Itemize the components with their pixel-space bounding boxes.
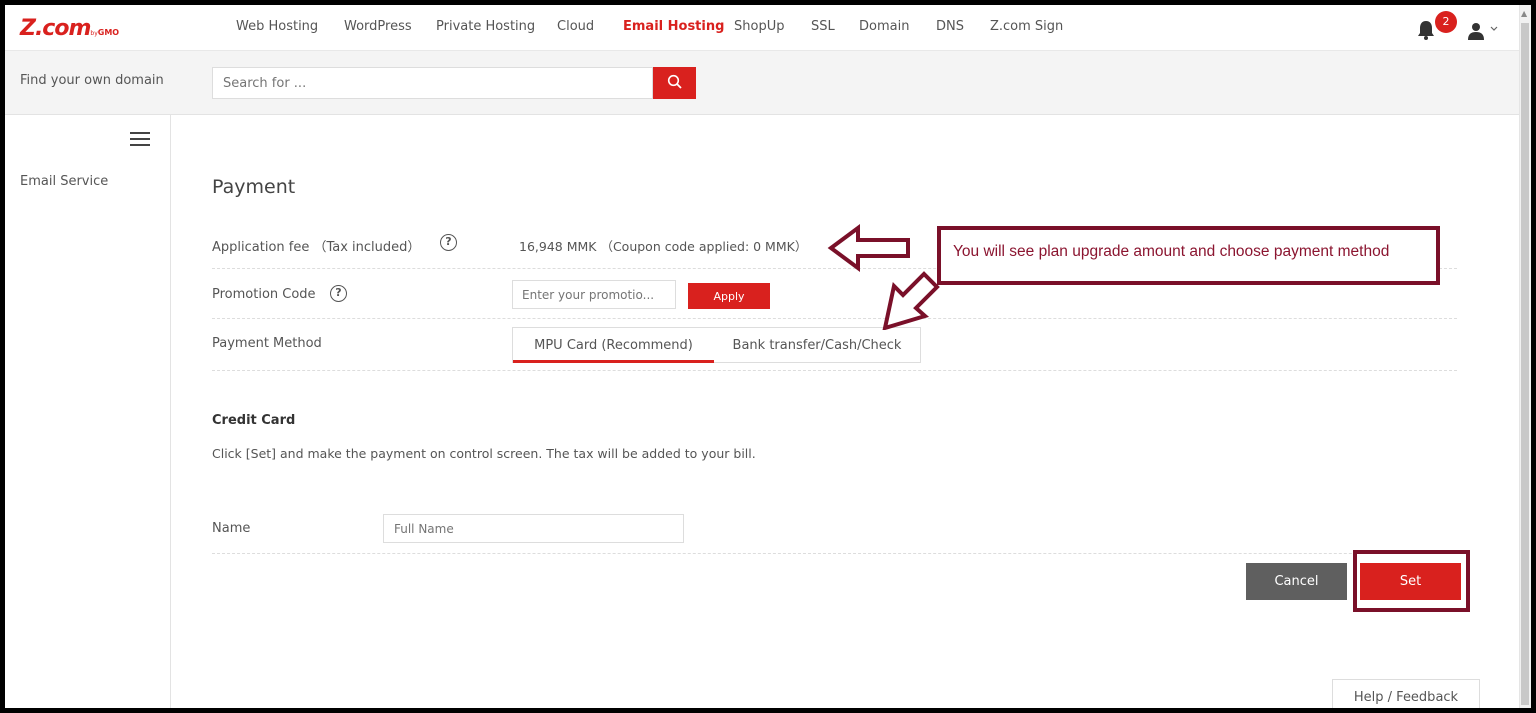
nav-zcom-sign[interactable]: Z.com Sign: [990, 19, 1063, 34]
help-feedback-button[interactable]: Help / Feedback: [1332, 679, 1480, 708]
top-navigation: Z.combyGMO Web Hosting WordPress Private…: [5, 5, 1519, 51]
application-fee-value: 16,948 MMK （Coupon code applied: 0 MMK）: [519, 239, 808, 254]
credit-card-description: Click [Set] and make the payment on cont…: [212, 446, 756, 461]
payment-method-label: Payment Method: [212, 336, 322, 351]
nav-dns[interactable]: DNS: [936, 19, 964, 34]
name-label: Name: [212, 521, 251, 536]
tab-mpu-card[interactable]: MPU Card (Recommend): [513, 328, 714, 363]
divider: [212, 370, 1457, 371]
nav-wordpress[interactable]: WordPress: [344, 19, 412, 34]
nav-private-hosting[interactable]: Private Hosting: [436, 19, 535, 34]
promotion-code-input[interactable]: [512, 280, 676, 309]
scrollbar-thumb[interactable]: [1521, 23, 1529, 705]
full-name-input[interactable]: [383, 514, 684, 543]
payment-method-tabs: MPU Card (Recommend) Bank transfer/Cash/…: [512, 327, 921, 363]
hamburger-icon[interactable]: [130, 132, 150, 146]
nav-shopup[interactable]: ShopUp: [734, 19, 784, 34]
chevron-down-icon[interactable]: [1489, 25, 1499, 33]
app-window: Z.combyGMO Web Hosting WordPress Private…: [5, 5, 1531, 708]
zcom-logo[interactable]: Z.combyGMO: [20, 16, 119, 41]
nav-ssl[interactable]: SSL: [811, 19, 835, 34]
nav-cloud[interactable]: Cloud: [557, 19, 594, 34]
domain-search-input[interactable]: [212, 67, 653, 99]
annotation-text: You will see plan upgrade amount and cho…: [953, 243, 1390, 260]
domain-search-bar: Find your own domain: [5, 51, 1519, 115]
nav-domain[interactable]: Domain: [859, 19, 909, 34]
tab-bank-transfer[interactable]: Bank transfer/Cash/Check: [714, 328, 920, 363]
page-title: Payment: [212, 176, 296, 198]
set-button[interactable]: Set: [1360, 563, 1461, 600]
nav-web-hosting[interactable]: Web Hosting: [236, 19, 318, 34]
annotation-arrows: [827, 224, 940, 330]
logo-gmo: byGMO: [90, 28, 120, 37]
logo-text: Z.com: [20, 16, 91, 41]
promotion-code-label: Promotion Code: [212, 287, 316, 302]
nav-email-hosting[interactable]: Email Hosting: [623, 19, 724, 34]
divider: [212, 553, 1457, 554]
help-icon[interactable]: ?: [440, 234, 457, 251]
sidebar: Email Service: [5, 115, 171, 708]
help-icon[interactable]: ?: [330, 285, 347, 302]
find-domain-label: Find your own domain: [20, 73, 164, 88]
user-icon[interactable]: [1467, 22, 1485, 40]
annotation-callout: You will see plan upgrade amount and cho…: [937, 226, 1440, 285]
bell-icon[interactable]: [1417, 20, 1435, 40]
sidebar-item-email-service[interactable]: Email Service: [20, 174, 108, 189]
search-button[interactable]: [653, 67, 696, 99]
credit-card-title: Credit Card: [212, 413, 296, 428]
apply-button[interactable]: Apply: [688, 283, 770, 309]
application-fee-label: Application fee （Tax included）: [212, 240, 421, 255]
scroll-up-icon[interactable]: ▲: [1521, 9, 1527, 18]
cancel-button[interactable]: Cancel: [1246, 563, 1347, 600]
search-icon: [667, 74, 682, 89]
notification-badge: 2: [1435, 11, 1457, 33]
